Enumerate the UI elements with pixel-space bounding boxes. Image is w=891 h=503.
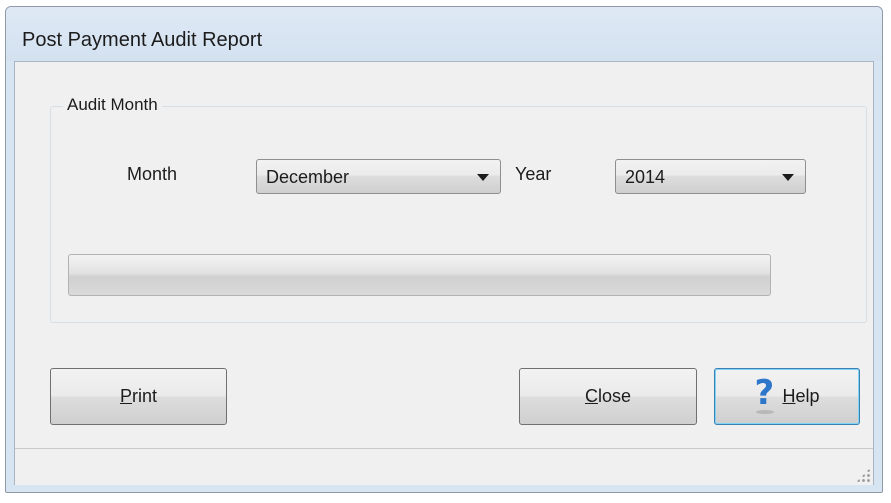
year-label: Year — [515, 164, 552, 184]
question-mark-icon: ? — [754, 373, 775, 414]
print-button-label: Print — [119, 386, 158, 406]
dialog-client-area: Audit Month Month December Year 2014 Pri… — [14, 61, 874, 485]
title-bar[interactable]: Post Payment Audit Report — [6, 7, 882, 61]
dialog-window: Post Payment Audit Report Audit Month Mo… — [5, 6, 883, 493]
close-button[interactable]: Close — [519, 368, 697, 425]
help-button[interactable]: ? Help — [714, 368, 860, 425]
chevron-down-icon — [782, 174, 794, 181]
print-button[interactable]: Print — [50, 368, 227, 425]
window-title: Post Payment Audit Report — [22, 29, 263, 51]
chevron-down-icon — [477, 174, 489, 181]
year-dropdown-value: 2014 — [625, 167, 666, 187]
audit-month-legend: Audit Month — [63, 95, 162, 115]
progress-bar — [68, 254, 771, 296]
help-button-label: Help — [782, 385, 820, 406]
resize-grip-icon[interactable] — [856, 468, 870, 482]
month-label: Month — [127, 164, 178, 184]
year-dropdown[interactable]: 2014 — [615, 159, 806, 194]
month-dropdown[interactable]: December — [256, 159, 501, 194]
month-dropdown-value: December — [266, 167, 350, 187]
close-button-label: Close — [584, 386, 632, 406]
status-bar — [15, 448, 873, 485]
